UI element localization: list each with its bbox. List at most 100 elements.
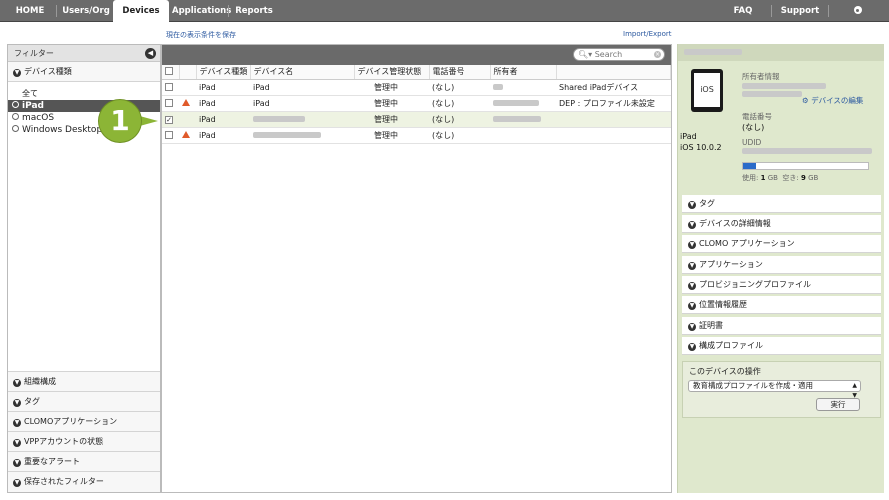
table-row[interactable]: iPad iPad 管理中 (なし) Shared iPadデバイス	[162, 79, 671, 96]
nav-support-link[interactable]: Support	[780, 0, 820, 22]
device-type-section[interactable]: ▼ デバイス種類	[8, 62, 160, 82]
filter-title: フィルター	[14, 49, 54, 58]
cell-device-type: iPad	[196, 111, 250, 128]
storage-used-fill	[743, 163, 756, 169]
nav-tab-reports[interactable]: Reports	[234, 0, 274, 22]
expand-icon[interactable]	[12, 113, 19, 120]
section-label: タグ	[24, 397, 40, 406]
detail-section-applications[interactable]: ▼ アプリケーション	[682, 256, 881, 274]
collapse-sidebar-icon[interactable]: ◀	[145, 48, 156, 59]
cell-phone: (なし)	[429, 95, 490, 112]
redacted-owner	[493, 83, 503, 90]
cell-status: 管理中	[354, 79, 429, 96]
redacted-owner-info	[742, 91, 802, 97]
column-header-device-type[interactable]: デバイス種類	[196, 65, 251, 80]
section-label: VPPアカウントの状態	[24, 437, 104, 446]
free-value: 9	[800, 174, 806, 182]
clear-search-icon[interactable]: ×	[654, 51, 661, 58]
cell-status: 管理中	[354, 95, 429, 112]
tree-item-all[interactable]: 全て	[8, 88, 160, 100]
nav-separator	[56, 5, 57, 17]
column-header-device-name[interactable]: デバイス名	[250, 65, 355, 80]
callout-badge: 1	[99, 100, 141, 142]
filter-section-saved[interactable]: ▼ 保存されたフィルター	[8, 472, 160, 492]
detail-section-location[interactable]: ▼ 位置情報履歴	[682, 296, 881, 314]
row-checkbox-checked[interactable]: ✓	[165, 116, 173, 124]
nav-tab-home[interactable]: HOME	[9, 0, 51, 22]
storage-bar	[742, 162, 869, 170]
used-value: 1	[760, 174, 766, 182]
detail-section-provisioning[interactable]: ▼ プロビジョニングプロファイル	[682, 276, 881, 294]
table-row-selected[interactable]: ✓ iPad 管理中 (なし)	[162, 111, 671, 128]
ipad-device-icon: iOS	[691, 69, 723, 112]
select-all-checkbox[interactable]	[165, 67, 173, 76]
detail-section-tag[interactable]: ▼ タグ	[682, 195, 881, 213]
detail-section-config-profiles[interactable]: ▼ 構成プロファイル	[682, 337, 881, 355]
owner-label: 所有者情報	[742, 72, 780, 81]
section-label: タグ	[699, 199, 715, 208]
section-label: デバイスの詳細情報	[699, 219, 771, 228]
device-type-label: デバイス種類	[24, 67, 72, 76]
nav-separator	[828, 5, 829, 17]
chevron-down-icon: ▼	[13, 379, 21, 387]
column-header-phone[interactable]: 電話番号	[429, 65, 491, 80]
tree-item-label: Windows Desktop	[22, 125, 103, 135]
warning-icon	[182, 130, 190, 138]
device-operation-box: このデバイスの操作 教育構成プロファイルを作成・適用 ▲ ▼ 実行	[682, 361, 881, 418]
used-unit: GB	[767, 174, 778, 182]
section-label: プロビジョニングプロファイル	[699, 280, 811, 289]
edit-device-link[interactable]: ⚙ デバイスの編集	[802, 95, 863, 106]
nav-tab-users-org[interactable]: Users/Org	[60, 0, 112, 22]
cell-device-name: iPad	[250, 95, 354, 112]
filter-section-vpp[interactable]: ▼ VPPアカウントの状態	[8, 432, 160, 452]
cell-note: DEP : プロファイル未設定	[556, 95, 671, 112]
chevron-down-icon: ▼	[688, 262, 696, 270]
operation-select[interactable]: 教育構成プロファイルを作成・適用 ▲ ▼	[688, 380, 861, 399]
column-header-owner[interactable]: 所有者	[490, 65, 557, 80]
column-header-management-status[interactable]: デバイス管理状態	[354, 65, 430, 80]
detail-section-device-info[interactable]: ▼ デバイスの詳細情報	[682, 215, 881, 233]
row-checkbox[interactable]	[165, 82, 173, 91]
redacted-header	[684, 49, 742, 55]
table-row[interactable]: iPad iPad 管理中 (なし) DEP : プロファイル未設定	[162, 95, 671, 112]
section-label: アプリケーション	[699, 260, 763, 269]
section-label: 位置情報履歴	[699, 300, 747, 309]
phone-value: (なし)	[742, 123, 765, 132]
nav-settings-link[interactable]: Settings	[835, 0, 883, 38]
search-icon: 🔍︎▾	[578, 50, 595, 59]
device-table: デバイス種類 デバイス名 デバイス管理状態 電話番号 所有者 iPad iPad…	[162, 65, 671, 144]
chevron-down-icon: ▼	[13, 459, 21, 467]
chevron-down-icon: ▼	[688, 241, 696, 249]
list-toolbar: 🔍︎▾ Search ×	[162, 45, 671, 65]
chevron-down-icon: ▼	[688, 323, 696, 331]
row-checkbox[interactable]	[165, 130, 173, 139]
cell-device-type: iPad	[196, 127, 250, 144]
nav-separator	[228, 5, 229, 17]
detail-section-certificates[interactable]: ▼ 証明書	[682, 317, 881, 335]
expand-icon[interactable]	[12, 125, 19, 132]
nav-faq-link[interactable]: FAQ	[728, 0, 758, 22]
row-checkbox[interactable]	[165, 98, 173, 107]
expand-icon[interactable]	[12, 101, 19, 108]
used-label: 使用:	[742, 174, 759, 182]
nav-tab-devices[interactable]: Devices	[113, 0, 169, 23]
warning-icon	[182, 98, 190, 106]
run-button[interactable]: 実行	[816, 398, 860, 411]
cell-status: 管理中	[354, 111, 429, 128]
nav-tab-applications[interactable]: Applications	[172, 0, 231, 22]
cell-device-type: iPad	[196, 95, 250, 112]
search-input[interactable]: 🔍︎▾ Search ×	[573, 48, 665, 61]
alert-column-header	[179, 65, 197, 80]
chevron-down-icon: ▼	[688, 343, 696, 351]
chevron-down-icon: ▼	[13, 439, 21, 447]
save-filter-link[interactable]: 現在の表示条件を保存	[166, 30, 236, 40]
settings-label: Settings	[838, 28, 880, 38]
filter-section-org[interactable]: ▼ 組織構成	[8, 372, 160, 392]
filter-header: フィルター ◀	[8, 45, 160, 62]
import-export-link[interactable]: Import/Export	[623, 30, 672, 38]
table-row[interactable]: iPad 管理中 (なし)	[162, 127, 671, 144]
detail-section-clomo-apps[interactable]: ▼ CLOMO アプリケーション	[682, 235, 881, 253]
filter-section-tag[interactable]: ▼ タグ	[8, 392, 160, 412]
filter-section-clomo-app[interactable]: ▼ CLOMOアプリケーション	[8, 412, 160, 432]
filter-section-alert[interactable]: ▼ 重要なアラート	[8, 452, 160, 472]
